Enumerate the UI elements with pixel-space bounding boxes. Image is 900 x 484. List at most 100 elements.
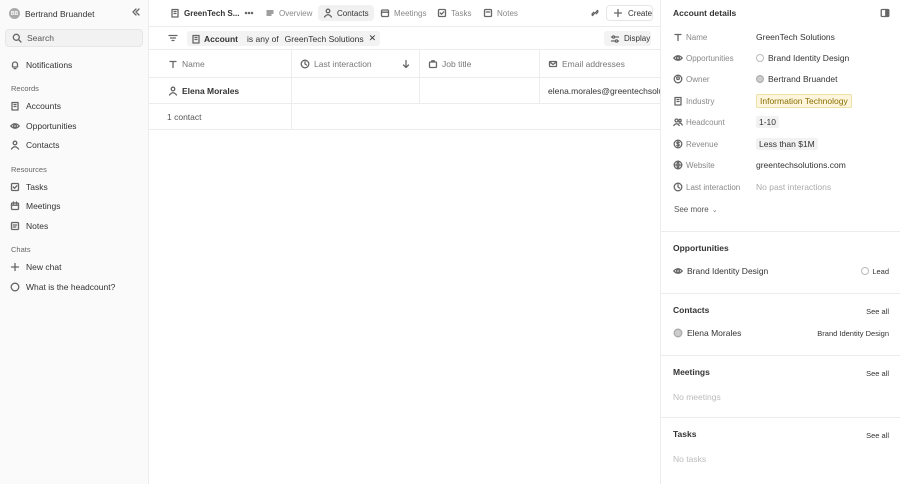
table-row[interactable]: Elena Morales elena.morales@greentechsol…: [149, 78, 660, 104]
column-header-name[interactable]: Name: [149, 50, 292, 78]
view-title-tab[interactable]: GreenTech S...: [165, 5, 244, 21]
text-icon: [673, 32, 683, 42]
remove-filter-icon[interactable]: ✕: [369, 33, 377, 44]
panel-title: Account details: [673, 8, 737, 18]
contacts-section: Contacts See all Elena Morales Brand Ide…: [661, 293, 900, 355]
opportunity-item[interactable]: Brand Identity Design Lead: [673, 266, 889, 276]
owner-name: Bertrand Bruandet: [768, 74, 838, 84]
detail-value: No past interactions: [756, 182, 832, 192]
globe-icon: [673, 160, 683, 170]
chat-item[interactable]: What is the headcount?: [5, 278, 143, 295]
detail-value[interactable]: Brand Identity Design: [756, 53, 849, 63]
filter-icon[interactable]: [168, 33, 178, 43]
sidebar-item-label: Contacts: [26, 139, 60, 150]
building-icon: [170, 8, 180, 18]
sidebar-item-notifications[interactable]: Notifications: [5, 56, 143, 73]
cell-job-title[interactable]: [420, 78, 540, 104]
detail-headcount[interactable]: Headcount 1-10: [673, 115, 893, 129]
records-section-title: Records: [11, 84, 39, 93]
website-link[interactable]: greentechsolutions.com: [756, 160, 846, 170]
column-header-job-title[interactable]: Job title: [420, 50, 540, 78]
plus-icon: [613, 8, 623, 18]
sidebar-item-label: What is the headcount?: [26, 281, 116, 292]
user-name: Bertrand Bruandet: [25, 8, 95, 19]
create-button[interactable]: Create: [606, 5, 653, 21]
detail-industry[interactable]: Industry Information Technology: [673, 94, 893, 108]
filter-operator[interactable]: is any of: [247, 34, 279, 44]
chevron-down-icon: ⌄: [711, 206, 718, 214]
industry-tag[interactable]: Information Technology: [756, 94, 852, 108]
sidebar-item-contacts[interactable]: Contacts: [5, 136, 143, 153]
detail-value[interactable]: GreenTech Solutions: [756, 32, 835, 42]
contact-item[interactable]: Elena Morales Brand Identity Design: [673, 328, 889, 338]
filter-chip[interactable]: Account is any of GreenTech Solutions ✕: [187, 31, 381, 46]
filter-value[interactable]: GreenTech Solutions: [285, 34, 364, 44]
opportunity-name: Brand Identity Design: [768, 53, 850, 63]
avatar: [673, 328, 683, 338]
record-count: 1 contact: [149, 104, 292, 130]
tab-tasks[interactable]: Tasks: [432, 5, 476, 21]
sort-down-icon[interactable]: [401, 59, 411, 69]
new-chat-button[interactable]: New chat: [5, 258, 143, 275]
user-menu[interactable]: BB Bertrand Bruandet: [9, 7, 142, 20]
more-options-icon[interactable]: [244, 8, 254, 18]
detail-label: Website: [686, 160, 715, 170]
sidebar-item-label: Accounts: [26, 100, 61, 111]
detail-opportunities[interactable]: Opportunities Brand Identity Design: [673, 51, 893, 65]
sidebar-item-label: Notifications: [26, 59, 73, 70]
see-all-meetings-link[interactable]: See all: [866, 369, 889, 378]
detail-revenue[interactable]: Revenue Less than $1M: [673, 137, 893, 151]
display-label: Display: [624, 34, 651, 43]
view-tabs-bar: GreenTech S... Overview Contacts Meeting…: [149, 0, 660, 27]
eye-icon: [673, 266, 683, 276]
stage-label: Lead: [872, 266, 889, 276]
detail-label: Name: [686, 32, 708, 42]
dollar-icon: [673, 139, 683, 149]
meetings-section: Meetings See all No meetings: [661, 355, 900, 417]
sidebar-item-meetings[interactable]: Meetings: [5, 197, 143, 214]
clock-icon: [300, 59, 310, 69]
cell-last-interaction[interactable]: [292, 78, 420, 104]
filter-field: Account: [204, 33, 238, 44]
tab-contacts[interactable]: Contacts: [318, 5, 374, 21]
person-circle-icon: [673, 74, 683, 84]
list-icon: [265, 8, 275, 18]
revenue-value[interactable]: Less than $1M: [756, 138, 818, 150]
checkbox-icon: [10, 182, 20, 192]
sidebar-item-opportunities[interactable]: Opportunities: [5, 117, 143, 134]
link-icon[interactable]: [590, 8, 600, 18]
create-label: Create: [628, 8, 653, 18]
opportunity-name: Brand Identity Design: [687, 266, 769, 276]
tab-meetings[interactable]: Meetings: [375, 5, 431, 21]
see-more-button[interactable]: See more ⌄: [674, 205, 718, 214]
headcount-tag[interactable]: 1-10: [756, 116, 780, 128]
sidebar-item-accounts[interactable]: Accounts: [5, 97, 143, 114]
sliders-icon: [610, 34, 620, 44]
column-header-label: Name: [182, 58, 205, 69]
detail-value[interactable]: Bertrand Bruandet: [756, 74, 837, 84]
search-input[interactable]: Search: [5, 29, 143, 47]
panel-toggle-icon[interactable]: [880, 8, 890, 18]
column-header-last-interaction[interactable]: Last interaction: [292, 50, 420, 78]
display-button[interactable]: Display: [604, 31, 651, 46]
tab-notes[interactable]: Notes: [478, 5, 523, 21]
sidebar-item-label: New chat: [26, 261, 62, 272]
sidebar-item-tasks[interactable]: Tasks: [5, 178, 143, 195]
cell-name[interactable]: Elena Morales: [149, 78, 292, 104]
see-all-tasks-link[interactable]: See all: [866, 431, 889, 440]
section-title: Contacts: [673, 305, 710, 315]
cell-email[interactable]: elena.morales@greentechsolutions.com: [540, 78, 660, 104]
column-header-label: Email addresses: [562, 58, 625, 69]
detail-website[interactable]: Website greentechsolutions.com: [673, 158, 893, 172]
detail-name[interactable]: Name GreenTech Solutions: [673, 30, 893, 44]
tab-overview[interactable]: Overview: [260, 5, 317, 21]
collapse-sidebar-icon[interactable]: [131, 7, 141, 17]
detail-label: Headcount: [686, 117, 725, 127]
detail-owner[interactable]: Owner Bertrand Bruandet: [673, 72, 893, 86]
detail-label: Revenue: [686, 139, 719, 149]
column-header-email[interactable]: Email addresses: [540, 50, 660, 78]
account-details-panel: Account details Name GreenTech Solutions…: [660, 0, 900, 484]
sidebar-item-notes[interactable]: Notes: [5, 217, 143, 234]
bell-icon: [10, 60, 20, 70]
see-all-contacts-link[interactable]: See all: [866, 307, 889, 316]
